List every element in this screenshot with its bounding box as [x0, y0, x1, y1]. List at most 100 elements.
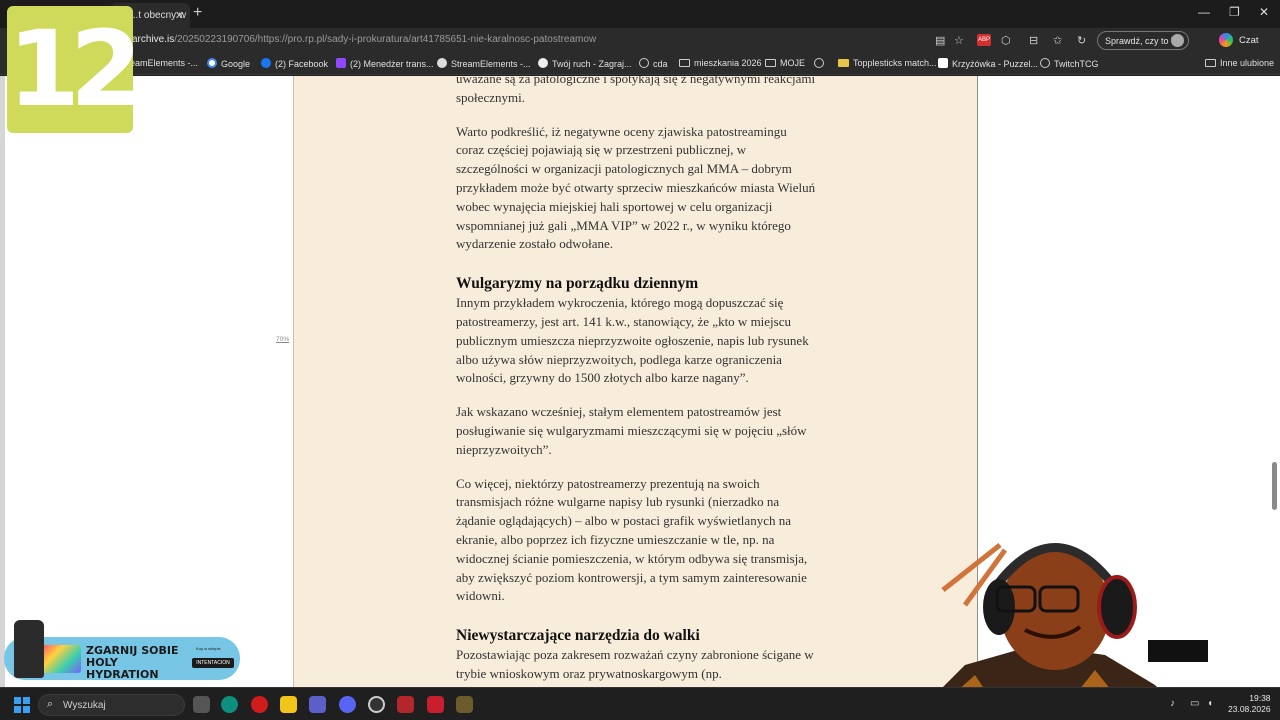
- bookmark-item[interactable]: Krzyżówka - Puzzel...: [938, 58, 1038, 69]
- bookmark-label: (2) Facebook: [275, 59, 329, 69]
- section-heading: Wulgaryzmy na porządku dziennym: [456, 275, 699, 293]
- bookmark-label: Google: [221, 59, 251, 69]
- bookmark-item[interactable]: (2) Facebook: [261, 58, 328, 69]
- bookmark-item[interactable]: Twój ruch - Zagraj...: [538, 58, 632, 69]
- maximize-button[interactable]: ❐: [1229, 5, 1240, 19]
- other-bookmarks-label: Inne ulubione: [1220, 58, 1275, 68]
- obs-icon[interactable]: [368, 696, 385, 713]
- favorites-icon[interactable]: ✩: [1053, 34, 1062, 47]
- left-frame: [0, 76, 5, 687]
- bookmark-label: Twój ruch - Zagraj...: [552, 59, 632, 69]
- streamelements-icon: [437, 58, 447, 68]
- reader-icon[interactable]: ▤: [935, 34, 945, 47]
- bookmark-item[interactable]: cda: [639, 58, 668, 69]
- globe-icon: [639, 58, 649, 68]
- bookmark-label: Topplesticks match...: [853, 58, 937, 68]
- desktop-screen: ...t obecny w ✕ + — ❐ ✕ archive.is/20250…: [0, 0, 1280, 720]
- article-paragraph: Innym przykładem wykroczenia, którego mo…: [456, 295, 809, 386]
- folder-icon: [765, 59, 776, 67]
- bookmark-label: StreamElements -...: [451, 59, 531, 69]
- profile-button[interactable]: Sprawdź, czy to Ty: [1097, 31, 1189, 50]
- favorite-star-icon[interactable]: ☆: [954, 34, 964, 47]
- section-heading: Niewystarczające narzędzia do walki: [456, 627, 700, 645]
- globe-icon: [1040, 58, 1050, 68]
- bookmark-item[interactable]: eamElements -...: [130, 58, 198, 68]
- bookmark-folder[interactable]: mieszkania 2026: [679, 58, 762, 68]
- article-body: uważane są za patologiczne i spotykają s…: [456, 76, 816, 687]
- zoom-link[interactable]: 70%: [276, 336, 289, 343]
- counter-badge: 12: [7, 6, 142, 133]
- bookmark-item[interactable]: TwitchTCG: [1040, 58, 1099, 69]
- puzzel-icon: [938, 58, 948, 68]
- page-scrollbar[interactable]: [1272, 462, 1277, 510]
- adblock-icon[interactable]: ABP: [977, 34, 991, 46]
- article-paragraph: Jak wskazano wcześniej, stałym elementem…: [456, 404, 807, 457]
- app-icon[interactable]: [427, 696, 444, 713]
- address-bar: archive.is/20250223190706/https://pro.rp…: [0, 28, 1280, 53]
- microphone-tray-icon[interactable]: ♪: [1170, 698, 1175, 709]
- new-tab-button[interactable]: +: [193, 4, 202, 22]
- chat-label[interactable]: Czat: [1239, 35, 1259, 46]
- article-page: uważane są za patologiczne i spotykają s…: [293, 76, 978, 687]
- url-path: /20250223190706/https://pro.rp.pl/sady-i…: [174, 34, 597, 45]
- start-button[interactable]: [14, 697, 30, 713]
- extensions-icon[interactable]: ⬡: [1001, 34, 1011, 47]
- article-paragraph: uważane są za patologiczne i spotykają s…: [456, 76, 816, 105]
- bookmark-folder[interactable]: Topplesticks match...: [838, 58, 937, 68]
- split-screen-icon[interactable]: ⊟: [1029, 34, 1038, 47]
- bookmark-item[interactable]: StreamElements -...: [437, 58, 531, 69]
- url-domain: archive.is: [132, 34, 175, 45]
- twitch-icon: [336, 58, 346, 68]
- bookmark-label: (2) Menedżer trans...: [350, 59, 434, 69]
- taskbar: ⌕ Wyszukaj ♪ ▭ ◖ 19:38 23.08.2026: [0, 687, 1280, 720]
- search-icon: ⌕: [47, 698, 54, 710]
- clock-time: 19:38: [1249, 693, 1271, 703]
- minimize-button[interactable]: —: [1198, 5, 1210, 19]
- folder-icon: [838, 59, 849, 67]
- ad-title: ZGARNIJ SOBIE HOLY HYDRATION: [86, 644, 179, 681]
- network-icon[interactable]: ▭: [1190, 698, 1199, 709]
- history-icon[interactable]: ↻: [1077, 34, 1086, 47]
- article-paragraph: Pozostawiając poza zakresem rozważań czy…: [456, 647, 814, 681]
- bookmark-item[interactable]: Google: [207, 58, 250, 69]
- other-bookmarks[interactable]: Inne ulubione: [1205, 58, 1274, 68]
- task-view-icon[interactable]: [193, 696, 210, 713]
- article-paragraph: Co więcej, niektórzy patostreamerzy prez…: [456, 475, 808, 604]
- search-placeholder: Wyszukaj: [63, 700, 106, 711]
- bookmark-label: TwitchTCG: [1054, 59, 1099, 69]
- bookmarks-bar: eamElements -... Google (2) Facebook (2)…: [0, 53, 1280, 75]
- app-icon[interactable]: [397, 696, 414, 713]
- discord-icon[interactable]: [339, 696, 356, 713]
- globe-icon: [814, 58, 824, 68]
- folder-icon: [1205, 59, 1216, 67]
- opera-icon[interactable]: [251, 696, 268, 713]
- bookmark-label: Krzyżówka - Puzzel...: [952, 59, 1039, 69]
- edge-icon[interactable]: [221, 696, 238, 713]
- clock[interactable]: 19:38 23.08.2026: [1228, 693, 1271, 715]
- bookmark-item[interactable]: (2) Menedżer trans...: [336, 58, 434, 69]
- bookmark-folder[interactable]: MOJE: [765, 58, 805, 68]
- bookmark-label: eamElements -...: [130, 58, 199, 68]
- bookmark-label: cda: [653, 59, 668, 69]
- google-icon: [207, 58, 217, 68]
- copilot-icon[interactable]: [1219, 33, 1233, 47]
- ad-brand: INTENTACION: [192, 658, 234, 668]
- volume-icon[interactable]: ◖: [1207, 698, 1213, 709]
- bookmark-item[interactable]: [814, 58, 828, 69]
- close-tab-icon[interactable]: ✕: [175, 9, 184, 22]
- url-field[interactable]: archive.is/20250223190706/https://pro.rp…: [132, 34, 596, 45]
- file-explorer-icon[interactable]: [280, 696, 297, 713]
- folder-icon: [679, 59, 690, 67]
- app-icon[interactable]: [456, 696, 473, 713]
- avatar: [1171, 34, 1184, 47]
- microphone-icon: [1148, 640, 1208, 662]
- shaker-bottle-image: [14, 620, 44, 678]
- taskbar-search[interactable]: ⌕ Wyszukaj: [38, 694, 185, 716]
- tab-bar: ...t obecny w ✕ + — ❐ ✕: [0, 0, 1280, 28]
- teams-icon[interactable]: [309, 696, 326, 713]
- bookmark-label: mieszkania 2026: [694, 58, 762, 68]
- article-paragraph: Warto podkreślić, iż negatywne oceny zja…: [456, 123, 816, 252]
- clock-date: 23.08.2026: [1228, 704, 1271, 714]
- close-window-button[interactable]: ✕: [1259, 5, 1269, 19]
- profile-label: Sprawdź, czy to Ty: [1105, 36, 1181, 46]
